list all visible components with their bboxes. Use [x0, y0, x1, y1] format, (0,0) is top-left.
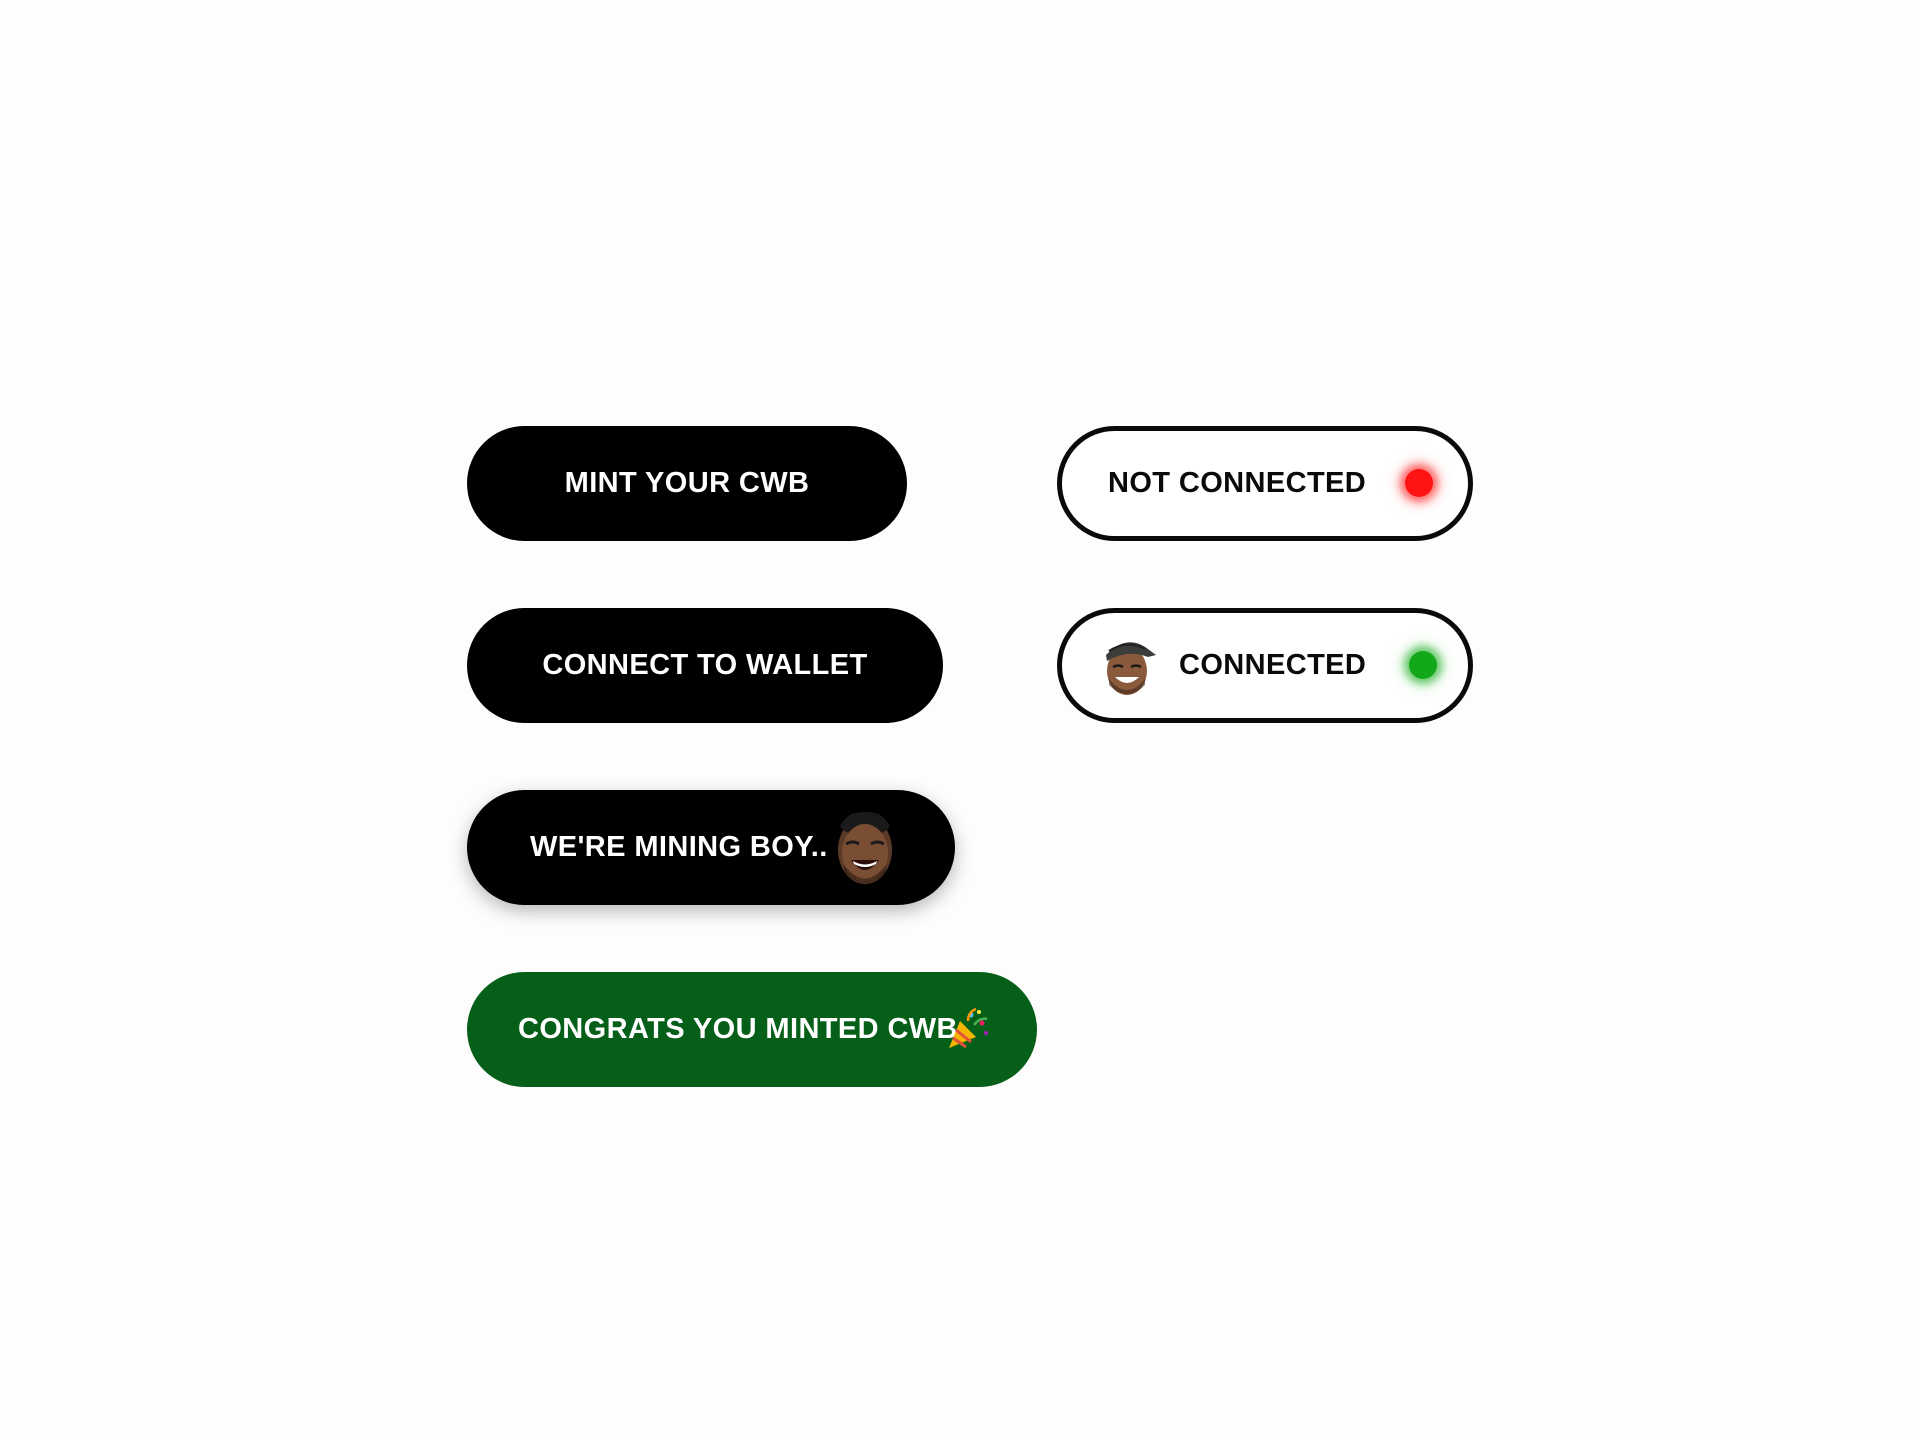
- connect-wallet-button[interactable]: CONNECT TO WALLET: [467, 608, 943, 723]
- drake-laughing-face-icon: [834, 810, 896, 888]
- not-connected-label: NOT CONNECTED: [1108, 467, 1367, 499]
- drake-avatar-icon: [1101, 631, 1157, 697]
- mining-button-label: WE'RE MINING BOY..: [530, 831, 828, 863]
- connected-label: CONNECTED: [1179, 649, 1367, 681]
- mint-button[interactable]: MINT YOUR CWB: [467, 426, 907, 541]
- mining-button[interactable]: WE'RE MINING BOY..: [467, 790, 955, 905]
- party-popper-icon: [946, 1007, 990, 1051]
- connect-wallet-label: CONNECT TO WALLET: [542, 649, 868, 681]
- congrats-minted-button[interactable]: CONGRATS YOU MINTED CWB: [467, 972, 1037, 1087]
- connected-status[interactable]: CONNECTED: [1057, 608, 1473, 723]
- mint-button-label: MINT YOUR CWB: [564, 467, 810, 499]
- green-status-dot-icon: [1409, 651, 1437, 679]
- not-connected-status[interactable]: NOT CONNECTED: [1057, 426, 1473, 541]
- red-status-dot-icon: [1405, 469, 1433, 497]
- congrats-button-label: CONGRATS YOU MINTED CWB: [518, 1013, 958, 1045]
